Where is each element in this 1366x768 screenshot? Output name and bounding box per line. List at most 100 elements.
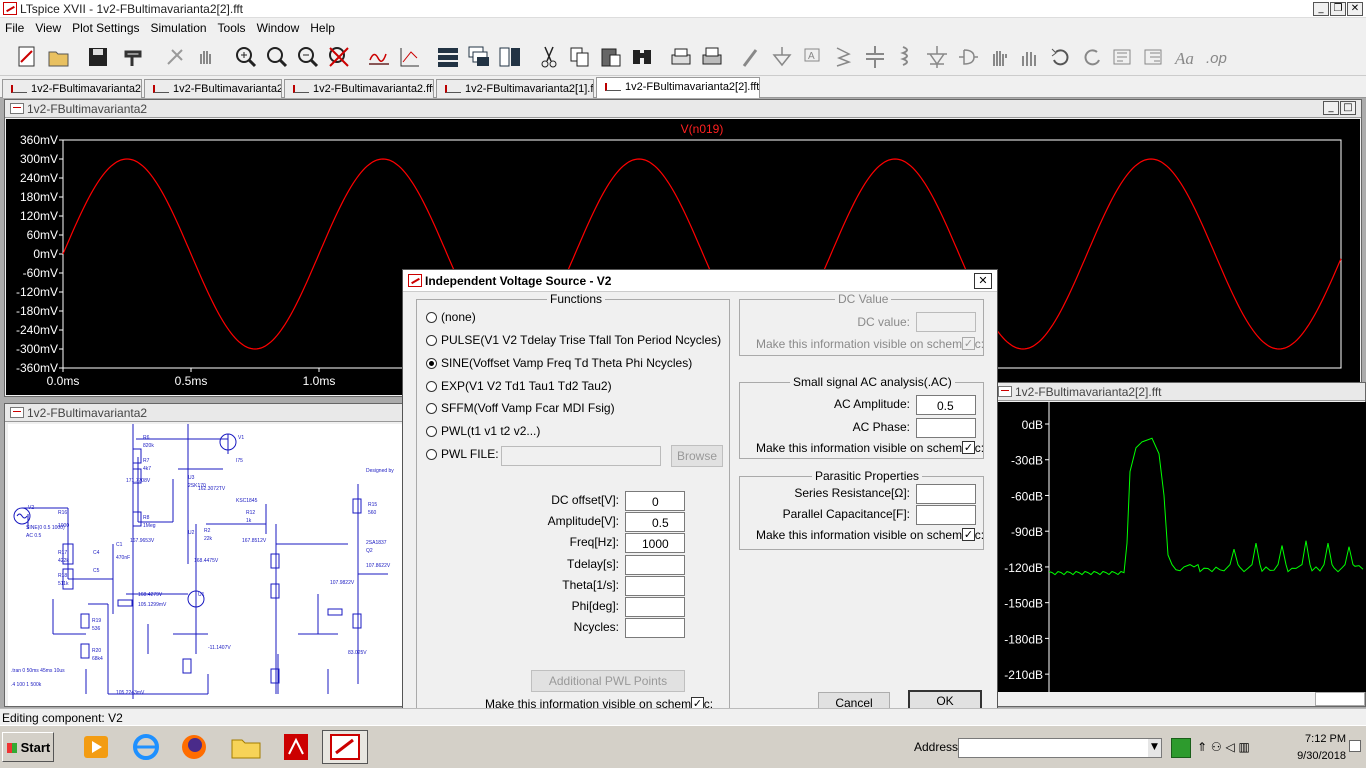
node-voltage: 171.7708V [126, 478, 151, 484]
fft-scrollbox[interactable] [1315, 692, 1365, 706]
browse-button[interactable]: Browse [671, 445, 723, 467]
print-icon[interactable] [668, 44, 694, 70]
tab-label: 1v2-FBultimavarianta2 [31, 83, 142, 95]
ac-amplitude-input[interactable]: 0.5 [916, 395, 976, 415]
paste-icon[interactable] [598, 44, 624, 70]
menu-view[interactable]: View [30, 18, 67, 35]
redo-icon[interactable] [1079, 44, 1105, 70]
schematic-canvas[interactable]: R6 820k R7 4k7 R8 1Meg U3 2SK170 V1 I75 … [8, 424, 403, 706]
parallel-capacitance-input[interactable] [916, 505, 976, 525]
pwl-file-input[interactable] [501, 446, 661, 466]
menu-help[interactable]: Help [305, 18, 341, 35]
pdf-reader-icon[interactable] [276, 730, 316, 764]
radio-exp[interactable] [426, 381, 437, 392]
spice-directive-icon[interactable]: .op [1203, 44, 1229, 70]
open-folder-icon[interactable] [46, 44, 72, 70]
radio-pulse[interactable] [426, 335, 437, 346]
schematic-label: U2 [188, 530, 195, 536]
parasitic-visible-checkbox[interactable]: ✓ [962, 528, 975, 541]
phi-input[interactable] [625, 597, 685, 617]
component-icon[interactable] [955, 44, 981, 70]
rotate-icon[interactable] [1110, 44, 1136, 70]
close-button[interactable]: ✕ [1347, 2, 1363, 16]
drag-hand-icon[interactable] [1017, 44, 1043, 70]
run-icon[interactable] [162, 44, 188, 70]
draw-wire-icon[interactable] [738, 44, 764, 70]
ltspice-icon[interactable] [322, 730, 368, 764]
ground-icon[interactable] [769, 44, 795, 70]
radio-pwl[interactable] [426, 426, 437, 437]
text-icon[interactable]: Aa [1172, 44, 1198, 70]
view-fft-icon[interactable] [397, 44, 423, 70]
menu-window[interactable]: Window [252, 18, 306, 35]
new-schematic-icon[interactable] [14, 44, 40, 70]
zoom-in-icon[interactable] [233, 44, 259, 70]
fft-plot[interactable]: 0dB -30dB -60dB -90dB -120dB -150dB -180dB -210… [994, 402, 1366, 692]
autoscale-icon[interactable] [366, 44, 392, 70]
radio-pwl-file[interactable] [426, 449, 437, 460]
zoom-full-icon[interactable] [264, 44, 290, 70]
cut-icon[interactable] [536, 44, 562, 70]
tray-icons[interactable]: ⇑ ⚇ ◁ ▥ [1197, 740, 1250, 754]
menu-tools[interactable]: Tools [213, 18, 252, 35]
copy-icon[interactable] [567, 44, 593, 70]
radio-sine[interactable] [426, 358, 437, 369]
waveform-maximize-button[interactable]: □ [1340, 101, 1356, 115]
move-hand-icon[interactable] [986, 44, 1012, 70]
menu-file[interactable]: File [0, 18, 30, 35]
additional-pwl-points-button[interactable]: Additional PWL Points [531, 670, 685, 692]
control-panel-hammer-icon[interactable] [122, 44, 148, 70]
address-input[interactable] [958, 738, 1162, 758]
print-setup-icon[interactable] [699, 44, 725, 70]
ac-phase-input[interactable] [916, 418, 976, 438]
tab-fft-1[interactable]: 1v2-FBultimavarianta2[1].fft [436, 79, 594, 98]
tab-fft-2[interactable]: 1v2-FBultimavarianta2[2].fft [596, 77, 760, 98]
label-net-icon[interactable]: A [800, 44, 826, 70]
radio-none[interactable] [426, 312, 437, 323]
menu-simulation[interactable]: Simulation [146, 18, 213, 35]
amplitude-input[interactable]: 0.5 [625, 512, 685, 532]
cascade-icon[interactable] [466, 44, 492, 70]
resistor-icon[interactable] [831, 44, 857, 70]
start-button[interactable]: Start [2, 732, 54, 762]
restore-button[interactable]: ❐ [1330, 2, 1346, 16]
theta-input[interactable] [625, 576, 685, 596]
address-dropdown-icon[interactable]: ▼ [1148, 739, 1161, 757]
zoom-out-icon[interactable] [295, 44, 321, 70]
tdelay-input[interactable] [625, 555, 685, 575]
pan-hand-icon[interactable] [193, 44, 219, 70]
ac-visible-checkbox[interactable]: ✓ [962, 441, 975, 454]
tab-fft[interactable]: 1v2-FBultimavarianta2.fft [284, 79, 434, 98]
dc-value-input[interactable] [916, 312, 976, 332]
dc-visible-checkbox[interactable]: ✓ [962, 337, 975, 350]
inductor-icon[interactable] [893, 44, 919, 70]
firefox-icon[interactable] [174, 730, 214, 764]
zoom-cancel-icon[interactable] [326, 44, 352, 70]
find-binoculars-icon[interactable] [629, 44, 655, 70]
radio-sffm[interactable] [426, 403, 437, 414]
tile-horizontal-icon[interactable] [435, 44, 461, 70]
address-go-icon[interactable] [1171, 738, 1191, 758]
media-player-icon[interactable] [76, 730, 116, 764]
mirror-icon[interactable] [1141, 44, 1167, 70]
ncycles-input[interactable] [625, 618, 685, 638]
undo-icon[interactable] [1048, 44, 1074, 70]
tile-vertical-icon[interactable] [497, 44, 523, 70]
schematic-label: SINE(0 0.5 1000) [26, 525, 65, 531]
diode-icon[interactable] [924, 44, 950, 70]
dc-offset-input[interactable]: 0 [625, 491, 685, 511]
save-icon[interactable] [85, 44, 111, 70]
notification-icon[interactable] [1349, 740, 1361, 752]
waveform-minimize-button[interactable]: _ [1323, 101, 1339, 115]
fft-y-tick-label: -90dB [1011, 525, 1043, 539]
freq-input[interactable]: 1000 [625, 533, 685, 553]
file-explorer-icon[interactable] [226, 730, 266, 764]
tab-schematic-2[interactable]: 1v2-FBultimavarianta2 [144, 79, 282, 98]
minimize-button[interactable]: _ [1313, 2, 1329, 16]
series-resistance-input[interactable] [916, 484, 976, 504]
capacitor-icon[interactable] [862, 44, 888, 70]
internet-explorer-icon[interactable] [126, 730, 166, 764]
dialog-close-button[interactable]: ✕ [974, 273, 992, 289]
tab-schematic-1[interactable]: 1v2-FBultimavarianta2 [2, 79, 142, 98]
menu-plot-settings[interactable]: Plot Settings [67, 18, 145, 35]
